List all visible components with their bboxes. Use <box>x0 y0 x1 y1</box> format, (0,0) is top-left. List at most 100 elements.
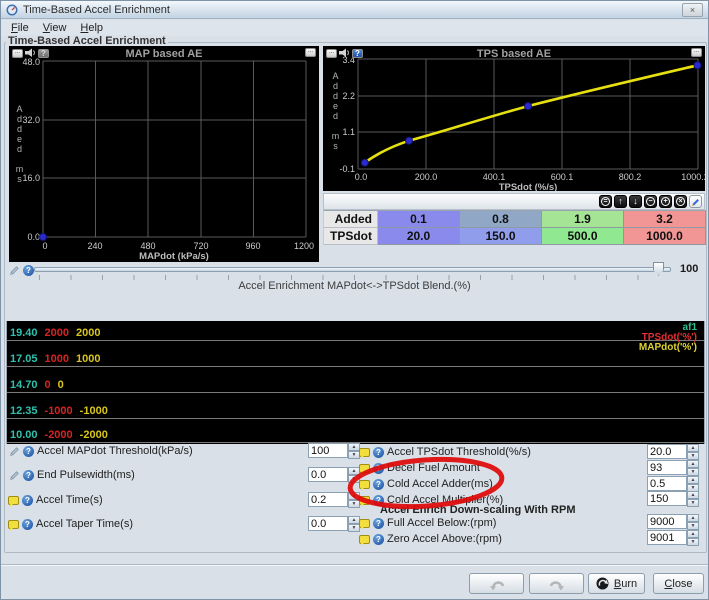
param-row: ? Zero Accel Above:(rpm) <box>359 532 502 546</box>
help-icon[interactable]: ? <box>373 463 384 474</box>
tps-chart-plot[interactable]: 3.4 2.2 1.1 -0.1 0.0 200.0 400.1 600.1 8… <box>323 46 705 191</box>
cold-accel-adder-input[interactable] <box>647 476 687 491</box>
accel-time-input[interactable] <box>308 492 348 507</box>
zero-accel-above-input[interactable] <box>647 530 687 545</box>
help-icon[interactable]: ? <box>352 49 363 58</box>
undo-button[interactable] <box>469 573 524 594</box>
table-cell[interactable]: 1.9 <box>542 211 624 228</box>
dialog-bubble-icon[interactable] <box>359 519 370 528</box>
window-title: Time-Based Accel Enrichment <box>23 4 682 16</box>
graph-scale-row: 19.40 2000 2000 <box>7 324 704 341</box>
table-cell[interactable]: 500.0 <box>542 228 624 245</box>
close-button[interactable]: Close <box>653 573 704 594</box>
options-icon[interactable]: ... <box>326 49 337 58</box>
map-data-point[interactable] <box>40 234 47 241</box>
full-accel-below-input[interactable] <box>647 514 687 529</box>
row-header-tpsdot: TPSdot <box>324 228 378 245</box>
increment-button[interactable]: + <box>659 195 672 208</box>
table-toolbar: = ↑ ↓ − + × <box>323 193 705 210</box>
scale-button[interactable]: × <box>674 195 687 208</box>
redo-button[interactable] <box>529 573 584 594</box>
svg-text:32.0: 32.0 <box>22 115 40 125</box>
spinner[interactable]: ▲▼ <box>687 444 699 459</box>
param-row: ? Decel Fuel Amount <box>359 461 480 475</box>
tps-y-axis-unit: ms <box>331 131 340 151</box>
help-icon[interactable]: ? <box>22 495 33 506</box>
button-bar-separator <box>1 564 708 566</box>
menu-view[interactable]: View <box>36 21 74 35</box>
table-cell[interactable]: 20.0 <box>378 228 460 245</box>
blend-slider-track[interactable] <box>34 267 671 272</box>
svg-text:TPSdot (%/s): TPSdot (%/s) <box>499 182 558 191</box>
close-window-button[interactable]: × <box>682 3 703 17</box>
spinner[interactable]: ▲▼ <box>687 530 699 545</box>
decel-fuel-amount-input[interactable] <box>647 460 687 475</box>
cold-accel-multiplier-input[interactable] <box>647 491 687 506</box>
table-cell[interactable]: 0.1 <box>378 211 460 228</box>
spinner[interactable]: ▲▼ <box>687 476 699 491</box>
help-icon[interactable]: ? <box>23 470 34 481</box>
param-row: ? Full Accel Below:(rpm) <box>359 516 496 530</box>
help-icon[interactable]: ? <box>22 519 33 530</box>
pencil-icon[interactable] <box>8 445 20 457</box>
burn-button[interactable]: Burn <box>588 573 645 594</box>
live-graph-legend: af1 TPSdot('%') MAPdot('%') <box>639 323 697 353</box>
shift-up-button[interactable]: ↑ <box>614 195 627 208</box>
dialog-bubble-icon[interactable] <box>359 480 370 489</box>
dialog-bubble-icon[interactable] <box>8 496 19 505</box>
spinner[interactable]: ▲▼ <box>687 460 699 475</box>
edit-pencil-button[interactable] <box>689 195 702 208</box>
shift-down-button[interactable]: ↓ <box>629 195 642 208</box>
param-label: Accel TPSdot Threshold(%/s) <box>387 446 531 458</box>
help-icon[interactable]: ? <box>373 534 384 545</box>
svg-text:600.1: 600.1 <box>551 172 574 182</box>
param-row: ? Cold Accel Adder(ms) <box>359 477 493 491</box>
dialog-bubble-icon[interactable] <box>359 448 370 457</box>
detach-icon[interactable]: ... <box>305 48 316 57</box>
param-row: ? Accel Time(s) <box>8 493 103 507</box>
svg-text:960: 960 <box>245 241 260 251</box>
param-row: ? Accel TPSdot Threshold(%/s) <box>359 445 531 459</box>
graph-scale-row: 17.05 1000 1000 <box>7 341 704 367</box>
pencil-icon[interactable] <box>8 469 20 481</box>
end-pulsewidth-input[interactable] <box>308 467 348 482</box>
help-icon[interactable]: ? <box>23 446 34 457</box>
help-icon[interactable]: ? <box>373 518 384 529</box>
speaker-icon[interactable] <box>339 48 350 58</box>
spinner[interactable]: ▲▼ <box>687 514 699 529</box>
table-cell[interactable]: 3.2 <box>624 211 706 228</box>
param-label: Accel Taper Time(s) <box>36 518 133 530</box>
accel-mapdot-threshold-input[interactable] <box>308 443 348 458</box>
param-row: ? Accel Taper Time(s) <box>8 517 133 531</box>
dialog-bubble-icon[interactable] <box>359 496 370 505</box>
help-icon[interactable]: ? <box>373 447 384 458</box>
map-chart-plot[interactable]: 48.0 32.0 16.0 0.0 0 240 480 720 960 120… <box>9 46 319 262</box>
param-row: ? Accel MAPdot Threshold(kPa/s) <box>8 444 193 458</box>
accel-taper-time-input[interactable] <box>308 516 348 531</box>
pencil-icon[interactable] <box>8 264 20 276</box>
svg-text:MAPdot (kPa/s): MAPdot (kPa/s) <box>139 251 209 262</box>
options-icon[interactable]: ... <box>12 49 23 58</box>
dialog-bubble-icon[interactable] <box>359 464 370 473</box>
table-cell[interactable]: 1000.0 <box>624 228 706 245</box>
table-cell[interactable]: 0.8 <box>460 211 542 228</box>
menu-help[interactable]: Help <box>73 21 110 35</box>
table-cell[interactable]: 150.0 <box>460 228 542 245</box>
help-icon[interactable]: ? <box>23 265 34 276</box>
spinner[interactable]: ▲▼ <box>687 491 699 506</box>
blend-slider-label: Accel Enrichment MAPdot<->TPSdot Blend.(… <box>1 280 708 292</box>
speaker-icon[interactable] <box>25 48 36 58</box>
menu-file[interactable]: File <box>4 21 36 35</box>
row-header-added: Added <box>324 211 378 228</box>
dialog-bubble-icon[interactable] <box>8 520 19 529</box>
dialog-bubble-icon[interactable] <box>359 535 370 544</box>
param-row: ? End Pulsewidth(ms) <box>8 468 135 482</box>
burn-icon <box>596 577 609 590</box>
svg-text:720: 720 <box>193 241 208 251</box>
detach-icon[interactable]: ... <box>691 48 702 57</box>
accel-tpsdot-threshold-input[interactable] <box>647 444 687 459</box>
decrement-button[interactable]: − <box>644 195 657 208</box>
help-icon[interactable]: ? <box>373 479 384 490</box>
set-equal-button[interactable]: = <box>599 195 612 208</box>
undo-icon <box>488 577 506 591</box>
